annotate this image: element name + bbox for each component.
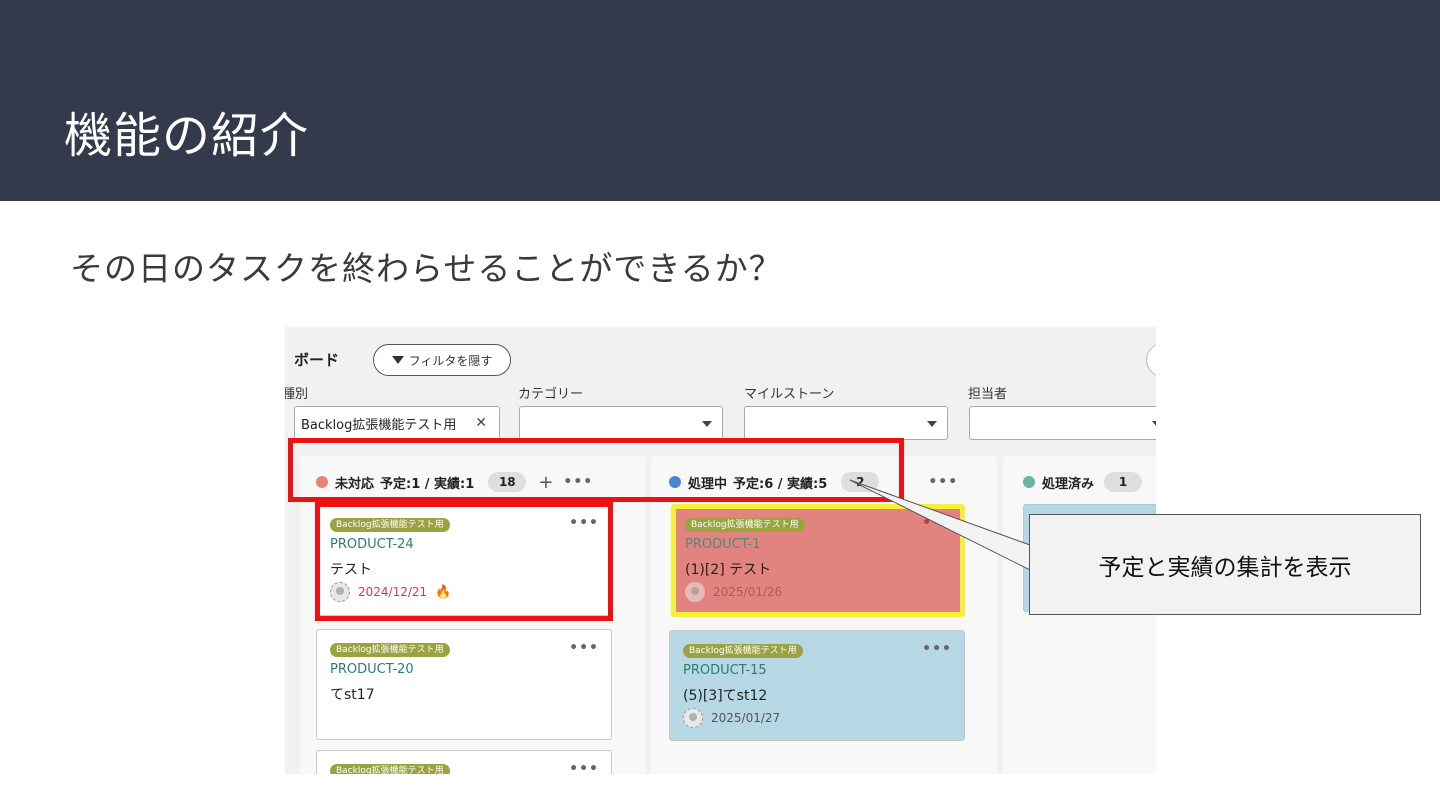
issue-card[interactable]: Backlog拡張機能テスト用 ••• PRODUCT-15 (5)[3]てst… [669,630,965,741]
chevron-down-icon [1152,421,1156,427]
card-highlight-box [315,502,613,621]
category-filter-select[interactable] [519,406,723,440]
callout-text: 予定と実績の集計を表示 [1098,554,1352,581]
filter-label-category: カテゴリー [518,387,584,402]
issue-card-highlighted[interactable]: Backlog拡張機能テスト用 ••• PRODUCT-1 (1)[2] テスト… [671,504,965,617]
issue-summary: (1)[2] テスト [685,562,772,578]
filter-label-assignee: 担当者 [968,387,1008,402]
more-icon[interactable]: ••• [569,761,599,774]
column-resolved: 処理済み 1 [1003,456,1156,774]
due-date: 2025/01/26 [713,585,783,599]
more-icon[interactable]: ••• [922,515,952,531]
clear-icon[interactable]: ✕ [475,415,487,431]
issue-type-tag: Backlog拡張機能テスト用 [683,644,803,658]
status-dot [1023,476,1035,488]
callout-box: 予定と実績の集計を表示 [1029,514,1421,615]
type-filter-select[interactable]: Backlog拡張機能テスト用 ✕ [294,406,500,440]
issue-key[interactable]: PRODUCT-20 [330,662,414,677]
more-icon[interactable]: ••• [922,641,952,657]
more-icon[interactable]: ••• [928,474,958,490]
avatar-icon [685,582,705,602]
due-date: 2025/01/27 [711,711,781,725]
chevron-down-icon [702,421,712,427]
issue-card[interactable]: Backlog拡張機能テスト用 ••• [316,750,612,774]
due-date-row: 2025/01/27 [683,708,780,728]
milestone-filter-select[interactable] [744,406,948,440]
board-title: ボード [294,351,340,369]
issue-key[interactable]: PRODUCT-1 [685,537,760,552]
round-button[interactable] [1146,343,1156,377]
issue-card[interactable]: Backlog拡張機能テスト用 ••• PRODUCT-20 てst17 [316,629,612,740]
issue-type-tag: Backlog拡張機能テスト用 [330,643,450,657]
hide-filter-label: フィルタを隠す [408,353,493,368]
column-header-resolved: 処理済み 1 [1003,468,1156,496]
chevron-down-icon [927,421,937,427]
issue-type-tag: Backlog拡張機能テスト用 [330,764,450,774]
filter-label-type: 種別 [285,387,309,402]
issue-key[interactable]: PRODUCT-15 [683,663,767,678]
more-icon[interactable]: ••• [569,640,599,656]
avatar-icon [683,708,703,728]
issue-summary: (5)[3]てst12 [683,688,768,704]
issue-summary: てst17 [330,687,375,703]
funnel-icon [391,356,404,364]
column-in-progress: 処理中 予定:6 / 実績:5 2 ••• Backlog拡張機能テスト用 ••… [651,456,997,774]
hide-filter-button[interactable]: フィルタを隠す [373,344,511,376]
column-name: 処理済み [1042,476,1095,492]
slide-title: 機能の紹介 [64,108,310,164]
type-filter-value: Backlog拡張機能テスト用 [301,417,457,433]
assignee-filter-select[interactable] [969,406,1156,440]
issue-type-tag: Backlog拡張機能テスト用 [685,518,805,532]
due-date-row: 2025/01/26 [685,582,782,602]
count-badge: 1 [1104,472,1143,492]
filter-label-milestone: マイルストーン [744,387,835,402]
stats-highlight-box [288,438,904,502]
slide-subtitle: その日のタスクを終わらせることができるか？ [70,249,783,288]
